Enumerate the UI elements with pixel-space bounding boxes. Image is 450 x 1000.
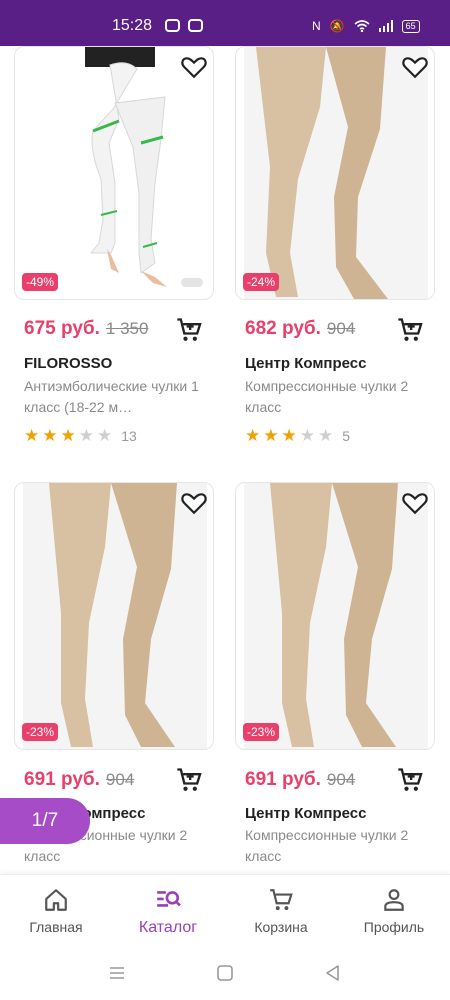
- price: 675 руб.: [24, 318, 100, 339]
- battery-icon: 65: [401, 19, 420, 33]
- status-bar: 15:28 N 🔕 65: [0, 0, 450, 46]
- price: 691 руб.: [24, 769, 100, 790]
- price-row: 691 руб. 904: [24, 769, 134, 791]
- favorite-heart-icon[interactable]: [181, 55, 207, 79]
- nav-item-cart[interactable]: Корзина: [231, 887, 331, 935]
- old-price: 1 350: [105, 319, 149, 338]
- brand-name: Центр Компресс: [245, 355, 367, 372]
- discount-badge: -49%: [22, 273, 59, 291]
- rating: ★ ★ ★ ★ ★ 5: [245, 427, 350, 444]
- discount-badge: -24%: [243, 273, 280, 291]
- discount-badge: -23%: [22, 723, 59, 741]
- nav-label-catalog: Каталог: [138, 919, 198, 936]
- add-to-cart-icon[interactable]: [395, 766, 425, 794]
- star-icon: ★: [263, 426, 279, 445]
- star-icon: ★: [60, 426, 76, 445]
- home-icon: [45, 889, 67, 911]
- stocking-image: [244, 47, 428, 299]
- mute-icon: 🔕: [329, 19, 345, 33]
- stocking-image: [23, 483, 207, 749]
- back-icon[interactable]: [324, 964, 342, 982]
- profile-icon: [384, 889, 404, 911]
- product-description: Компрессионные чулки 2 класс: [245, 827, 409, 864]
- nav-label-cart: Корзина: [254, 919, 308, 935]
- image-pager-dots: [181, 278, 203, 287]
- signal-icon: [378, 20, 393, 32]
- recent-apps-icon[interactable]: [108, 964, 126, 982]
- nav-item-home[interactable]: Главная: [6, 887, 106, 935]
- product-card[interactable]: -23% 691 руб. 904 Центр Компресс Компрес…: [235, 482, 435, 870]
- nav-item-profile[interactable]: Профиль: [344, 887, 444, 935]
- discount-badge: -23%: [243, 723, 280, 741]
- instagram-icon: [188, 19, 203, 32]
- price-row: 682 руб. 904: [245, 318, 355, 340]
- star-icon: ★: [318, 426, 334, 445]
- star-icon: ★: [245, 426, 261, 445]
- favorite-heart-icon[interactable]: [181, 491, 207, 515]
- wifi-icon: [354, 20, 370, 32]
- system-navigation-bar: [0, 954, 450, 1000]
- star-icon: ★: [78, 426, 94, 445]
- page-indicator: 1/7: [0, 798, 90, 844]
- star-icon: ★: [24, 426, 40, 445]
- status-time: 15:28: [112, 17, 153, 34]
- star-icon: ★: [299, 426, 315, 445]
- review-count: 5: [342, 427, 351, 444]
- product-description: Антиэмболические чулки 1 класс (18-22 м…: [24, 378, 199, 415]
- price: 682 руб.: [245, 318, 321, 339]
- cart-icon: [270, 889, 293, 911]
- stocking-image: [244, 483, 428, 749]
- old-price: 904: [326, 319, 356, 338]
- product-image[interactable]: -49%: [14, 46, 214, 300]
- nfc-icon: N: [312, 19, 321, 33]
- product-image[interactable]: -23%: [235, 482, 435, 750]
- bottom-navigation: Главная Каталог Корзина Профиль: [0, 874, 450, 954]
- star-icon: ★: [281, 426, 297, 445]
- stocking-image: [85, 47, 167, 287]
- home-button-icon[interactable]: [216, 964, 234, 982]
- star-icon: ★: [42, 426, 58, 445]
- star-icon: ★: [97, 426, 113, 445]
- app-notification-icon: [165, 19, 180, 32]
- product-image[interactable]: -24%: [235, 46, 435, 300]
- add-to-cart-icon[interactable]: [174, 766, 204, 794]
- add-to-cart-icon[interactable]: [395, 316, 425, 344]
- nav-label-home: Главная: [29, 919, 83, 935]
- add-to-cart-icon[interactable]: [174, 316, 204, 344]
- brand-name: Центр Компресс: [245, 805, 367, 822]
- price-row: 675 руб. 1 350: [24, 318, 148, 340]
- nav-label-profile: Профиль: [363, 919, 425, 935]
- favorite-heart-icon[interactable]: [402, 55, 428, 79]
- product-card[interactable]: -24% 682 руб. 904 Центр Компресс Компрес…: [235, 46, 435, 456]
- old-price: 904: [326, 770, 356, 789]
- catalog-icon: [157, 891, 181, 907]
- price: 691 руб.: [245, 769, 321, 790]
- review-count: 13: [121, 427, 137, 444]
- product-card[interactable]: -49% 675 руб. 1 350 FILOROSSO Антиэмболи…: [14, 46, 214, 456]
- brand-name: FILOROSSO: [24, 355, 113, 372]
- favorite-heart-icon[interactable]: [402, 491, 428, 515]
- product-image[interactable]: -23%: [14, 482, 214, 750]
- price-row: 691 руб. 904: [245, 769, 355, 791]
- product-description: Компрессионные чулки 2 класс: [245, 378, 409, 415]
- old-price: 904: [105, 770, 135, 789]
- nav-item-catalog[interactable]: Каталог: [118, 887, 218, 937]
- rating: ★ ★ ★ ★ ★ 13: [24, 427, 137, 444]
